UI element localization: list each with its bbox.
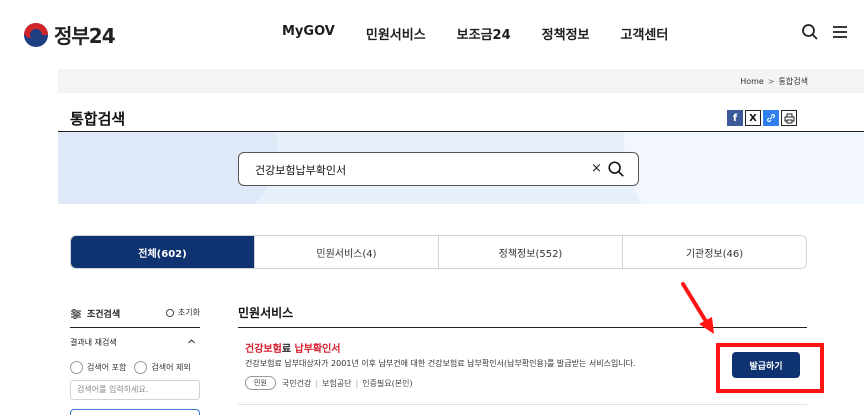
breadcrumb-home[interactable]: Home: [740, 77, 764, 86]
annotation-arrow-icon: [681, 282, 714, 334]
section-title: 민원서비스: [238, 306, 294, 320]
title-highlight: 납부확인서: [294, 344, 341, 355]
logo-text: 정부24: [54, 24, 116, 48]
filter-title: 조건검색: [87, 310, 121, 320]
include-radio[interactable]: 검색어 포함: [70, 361, 126, 374]
meta-agency2: 보험공단: [322, 378, 352, 388]
tab-policy[interactable]: 정책정보(552): [438, 236, 622, 268]
search-submit-icon[interactable]: [607, 160, 625, 178]
nav-item-subsidy24[interactable]: 보조금24: [457, 24, 511, 43]
taegeuk-logo-icon: [24, 22, 48, 47]
breadcrumb: Home > 통합검색: [740, 76, 808, 87]
annotation-highlight-box: [716, 343, 824, 393]
exclude-label: 검색어 제외: [151, 363, 191, 372]
site-logo[interactable]: 정부24: [24, 20, 116, 49]
result-divider: [238, 404, 807, 405]
nav-item-mygov[interactable]: MyGOV: [282, 24, 335, 43]
category-badge: 민원: [245, 376, 276, 390]
chevron-up-icon: [188, 339, 195, 344]
radio-circle: [70, 361, 83, 374]
breadcrumb-bar: Home > 통합검색: [58, 69, 864, 93]
research-input[interactable]: 검색어를 입력하세요.: [70, 380, 200, 400]
reset-label: 초기화: [177, 308, 200, 317]
include-label: 검색어 포함: [87, 363, 127, 372]
band-decoration: [624, 132, 864, 204]
menu-icon[interactable]: [830, 22, 850, 42]
section-divider: [238, 327, 807, 328]
meta-auth: 인증필요(본인): [362, 378, 413, 388]
main-nav: MyGOV 민원서비스 보조금24 정책정보 고객센터: [282, 24, 668, 43]
link-copy-icon[interactable]: [763, 110, 779, 126]
nav-item-policy[interactable]: 정책정보: [542, 24, 590, 43]
meta-divider: |: [355, 378, 359, 388]
x-twitter-icon[interactable]: X: [745, 110, 761, 126]
refresh-icon: [165, 308, 174, 317]
result-tabs: 전체(602) 민원서비스(4) 정책정보(552) 기관정보(46): [70, 235, 807, 269]
research-toggle[interactable]: 결과내 재검색: [70, 337, 200, 348]
result-description: 건강보험료 납부대상자가 2001년 이후 납부건에 대한 건강보험료 납부확인…: [245, 359, 636, 368]
clear-search-button[interactable]: ×: [591, 161, 602, 176]
print-icon[interactable]: [781, 110, 797, 126]
reset-button[interactable]: 초기화: [165, 307, 200, 318]
filter-apply-button[interactable]: [70, 409, 200, 415]
title-highlight: 건강보험: [245, 344, 282, 355]
page-title: 통합검색: [70, 110, 126, 128]
facebook-icon[interactable]: f: [727, 110, 743, 126]
search-icon[interactable]: [800, 22, 820, 42]
tab-civil-service[interactable]: 민원서비스(4): [254, 236, 438, 268]
breadcrumb-current: 통합검색: [778, 77, 808, 86]
header-utils: [790, 22, 850, 42]
global-header: 정부24 MyGOV 민원서비스 보조금24 정책정보 고객센터: [0, 0, 864, 66]
radio-circle: [134, 361, 148, 374]
research-options: 검색어 포함 검색어 제외: [70, 361, 199, 374]
filter-divider: [70, 327, 200, 328]
search-box: ×: [238, 152, 639, 186]
meta-agency: 국민건강: [281, 378, 312, 388]
nav-item-civil-service[interactable]: 민원서비스: [366, 24, 426, 43]
meta-divider: |: [315, 378, 319, 388]
share-toolbar: f X: [727, 110, 799, 126]
breadcrumb-separator: >: [767, 77, 775, 86]
research-label: 결과내 재검색: [70, 338, 117, 347]
tab-all[interactable]: 전체(602): [71, 236, 254, 268]
result-meta: 민원 국민건강 | 보험공단 | 인증필요(본인): [245, 376, 413, 390]
sliders-icon: [71, 308, 81, 319]
result-title-link[interactable]: 건강보험료 납부확인서: [245, 340, 341, 355]
filter-header: 조건검색 초기화: [70, 307, 200, 320]
exclude-radio[interactable]: 검색어 제외: [134, 361, 191, 374]
search-input[interactable]: [255, 161, 575, 179]
title-text: 료: [281, 344, 295, 355]
tab-agency[interactable]: 기관정보(46): [622, 236, 806, 268]
nav-item-customer-center[interactable]: 고객센터: [621, 24, 669, 43]
